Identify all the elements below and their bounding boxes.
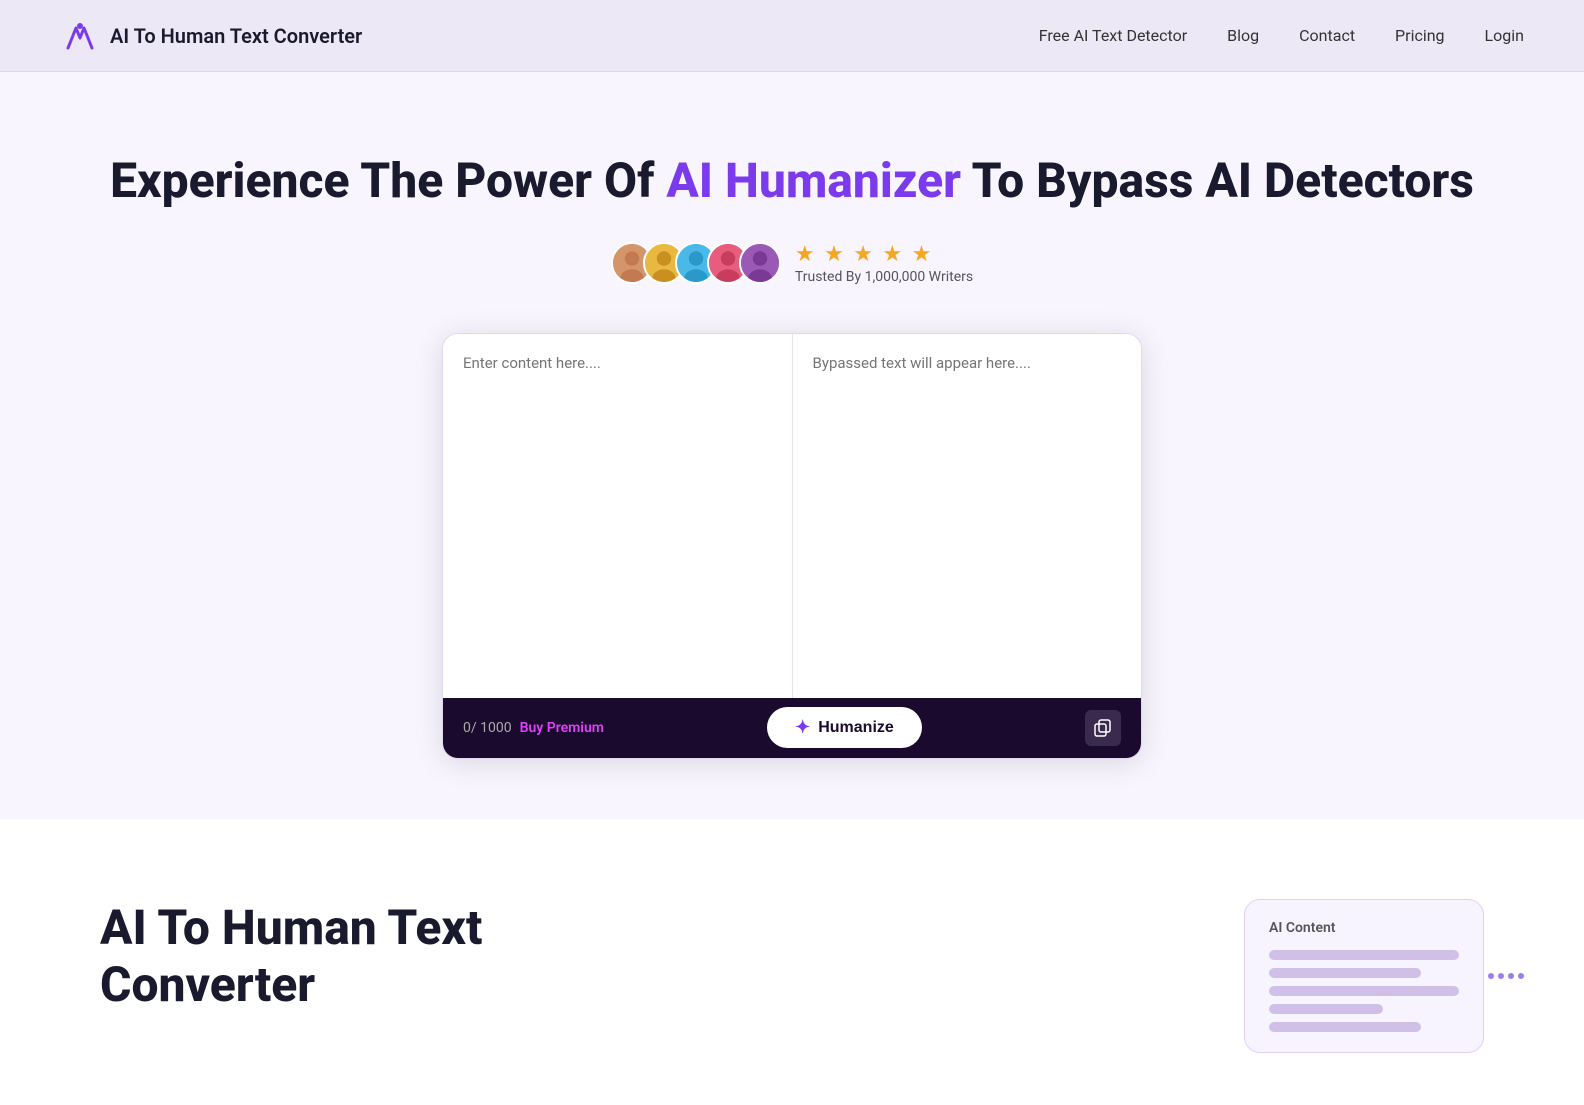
dot-1 xyxy=(1488,973,1494,979)
brand: AI To Human Text Converter xyxy=(60,16,362,56)
nav-contact[interactable]: Contact xyxy=(1299,26,1355,45)
content-lines xyxy=(1269,950,1459,1032)
trusted-text: Trusted By 1,000,000 Writers xyxy=(795,269,973,285)
hero-title-after: To Bypass AI Detectors xyxy=(961,152,1474,209)
tool-footer: 0/ 1000 Buy Premium ✦ Humanize xyxy=(443,698,1141,758)
nav-login[interactable]: Login xyxy=(1485,26,1524,45)
nav-pricing[interactable]: Pricing xyxy=(1395,26,1445,45)
tool-panels xyxy=(443,334,1141,698)
footer-left: 0/ 1000 Buy Premium xyxy=(463,720,604,736)
ai-content-label: AI Content xyxy=(1269,920,1459,936)
hero-title-highlight: AI Humanizer xyxy=(666,152,961,209)
nav-free-ai-detector[interactable]: Free AI Text Detector xyxy=(1039,26,1187,45)
humanize-button[interactable]: ✦ Humanize xyxy=(767,707,922,748)
hero-title: Experience The Power Of AI Humanizer To … xyxy=(40,152,1544,210)
buy-premium-link[interactable]: Buy Premium xyxy=(520,720,604,736)
bottom-title-line2: Converter xyxy=(100,956,315,1013)
nav-links: Free AI Text Detector Blog Contact Prici… xyxy=(1039,26,1524,45)
stars: ★ ★ ★ ★ ★ xyxy=(795,242,973,267)
input-panel xyxy=(443,334,793,698)
bottom-title-line1: AI To Human Text xyxy=(100,899,482,956)
bottom-title: AI To Human Text Converter xyxy=(100,899,762,1014)
hero-section: Experience The Power Of AI Humanizer To … xyxy=(0,72,1584,819)
logo-icon xyxy=(60,16,100,56)
output-textarea[interactable] xyxy=(793,334,1142,694)
social-proof-info: ★ ★ ★ ★ ★ Trusted By 1,000,000 Writers xyxy=(795,242,973,285)
ai-content-card: AI Content xyxy=(1244,899,1484,1053)
humanize-label: Humanize xyxy=(818,719,894,737)
humanizer-tool: 0/ 1000 Buy Premium ✦ Humanize xyxy=(442,333,1142,759)
input-textarea[interactable] xyxy=(443,334,792,694)
dot-2 xyxy=(1498,973,1504,979)
dot-4 xyxy=(1518,973,1524,979)
content-line-5 xyxy=(1269,1022,1421,1032)
dotted-arrow xyxy=(1488,973,1524,979)
nav-blog[interactable]: Blog xyxy=(1227,26,1259,45)
avatar-group xyxy=(611,242,781,284)
content-line-4 xyxy=(1269,1004,1383,1014)
content-line-2 xyxy=(1269,968,1421,978)
brand-title: AI To Human Text Converter xyxy=(110,24,362,48)
bottom-text: AI To Human Text Converter xyxy=(100,899,762,1014)
bottom-section: AI To Human Text Converter AI Content xyxy=(0,819,1584,1093)
dot-line xyxy=(1488,973,1524,979)
social-proof: ★ ★ ★ ★ ★ Trusted By 1,000,000 Writers xyxy=(40,242,1544,285)
word-count: 0/ 1000 xyxy=(463,720,512,736)
avatar-5 xyxy=(739,242,781,284)
hero-title-before: Experience The Power Of xyxy=(110,152,666,209)
content-line-1 xyxy=(1269,950,1459,960)
copy-icon xyxy=(1094,719,1112,737)
copy-button[interactable] xyxy=(1085,710,1121,746)
dot-3 xyxy=(1508,973,1514,979)
humanize-icon: ✦ xyxy=(795,717,810,738)
output-panel xyxy=(793,334,1142,698)
navbar: AI To Human Text Converter Free AI Text … xyxy=(0,0,1584,72)
content-line-3 xyxy=(1269,986,1459,996)
bottom-visual: AI Content xyxy=(822,899,1484,1053)
